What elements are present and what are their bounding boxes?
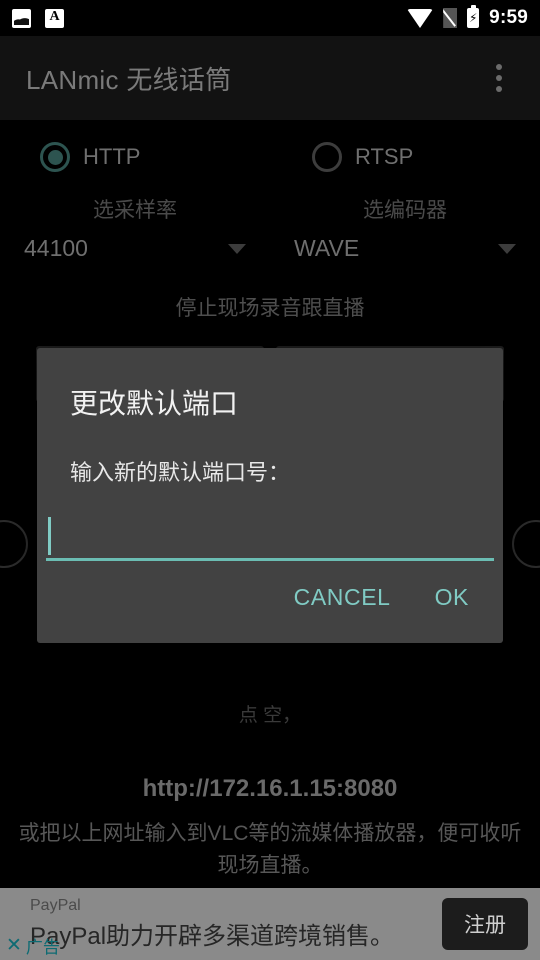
battery-charging-icon	[467, 5, 480, 28]
protocol-radio-group: HTTP RTSP	[0, 142, 540, 172]
encoder-spinner[interactable]: WAVE	[288, 235, 522, 262]
ad-text-block: PayPal PayPal助力开辟多渠道跨境销售。	[12, 897, 394, 951]
sample-rate-spinner[interactable]: 44100	[18, 235, 252, 262]
stop-recording-text: 停止现场录音跟直播	[175, 297, 365, 320]
chevron-down-icon	[228, 243, 246, 254]
input-underline	[46, 558, 494, 561]
sample-rate-group: 选采样率 44100	[0, 194, 270, 262]
radio-selected-icon	[40, 142, 70, 172]
overflow-menu-icon[interactable]	[484, 56, 514, 100]
status-bar-system: 9:59	[407, 5, 528, 29]
ad-headline: PayPal助力开辟多渠道跨境销售。	[30, 923, 395, 950]
ad-close-control[interactable]: ✕ 广告	[6, 933, 60, 958]
status-bar-notifications: A	[12, 8, 64, 28]
image-icon	[12, 8, 31, 28]
radio-option-http[interactable]: HTTP	[0, 142, 270, 172]
dialog-actions: CANCEL OK	[280, 574, 483, 621]
radio-option-rtsp[interactable]: RTSP	[270, 142, 540, 172]
dialog-title: 更改默认端口	[70, 388, 239, 419]
change-port-dialog: 更改默认端口 输入新的默认端口号： CANCEL OK	[37, 348, 503, 643]
port-input-wrapper[interactable]	[42, 515, 498, 561]
text-cursor-icon	[48, 517, 51, 555]
spinner-row: 选采样率 44100 选编码器 WAVE	[0, 194, 540, 262]
encoder-group: 选编码器 WAVE	[270, 194, 540, 262]
radio-label-http: HTTP	[83, 144, 141, 169]
cancel-button[interactable]: CANCEL	[280, 574, 405, 621]
level-circle-left-icon	[0, 520, 28, 568]
app-bar: LANmic 无线话筒	[0, 36, 540, 120]
wifi-icon	[407, 8, 434, 28]
instruction-note: 点 空，	[238, 705, 302, 726]
chevron-down-icon	[498, 243, 516, 254]
translate-a-icon: A	[45, 8, 64, 28]
ad-brand: PayPal	[30, 897, 81, 914]
radio-unselected-icon	[312, 142, 342, 172]
stream-url: http://172.16.1.15:8080	[142, 775, 398, 802]
sample-rate-hint: 选采样率	[93, 199, 177, 222]
radio-label-rtsp: RTSP	[355, 144, 414, 169]
dialog-message: 输入新的默认端口号：	[70, 460, 291, 485]
level-circle-right-icon	[512, 520, 540, 568]
page-title: LANmic 无线话筒	[26, 64, 232, 95]
encoder-value: WAVE	[294, 235, 360, 261]
no-sim-icon	[443, 8, 458, 28]
status-bar: A 9:59	[0, 0, 540, 36]
ad-label: 广告	[25, 938, 60, 957]
status-bar-clock: 9:59	[489, 7, 528, 28]
sample-rate-value: 44100	[24, 235, 88, 261]
encoder-hint: 选编码器	[363, 199, 447, 222]
app-screen: A 9:59 LANmic 无线话筒 HTTP RTSP	[0, 0, 540, 960]
stream-description: 或把以上网址输入到VLC等的流媒体播放器，便可收听现场直播。	[18, 822, 522, 877]
ad-banner[interactable]: PayPal PayPal助力开辟多渠道跨境销售。 注册 ✕ 广告	[0, 888, 540, 960]
ok-button[interactable]: OK	[421, 574, 483, 621]
ad-cta-button[interactable]: 注册	[442, 898, 528, 950]
close-icon: ✕	[6, 935, 22, 956]
